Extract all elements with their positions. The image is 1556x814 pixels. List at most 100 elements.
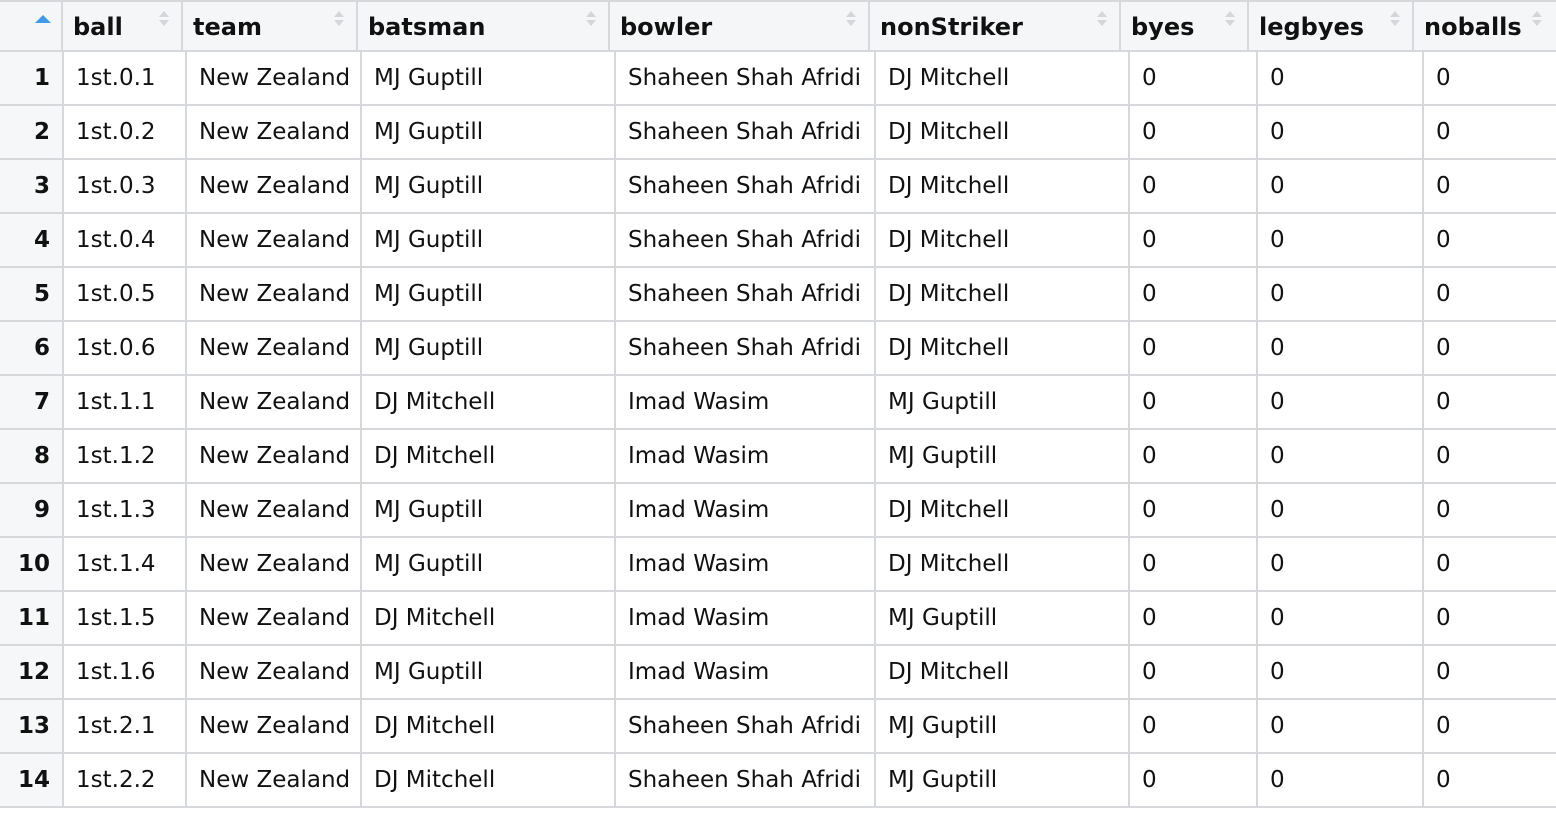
cell-batsman: MJ Guptill xyxy=(362,268,616,320)
cell-legbyes: 0 xyxy=(1258,322,1424,374)
cell-ball: 1st.0.5 xyxy=(64,268,187,320)
cell-byes: 0 xyxy=(1130,700,1258,752)
cell-legbyes: 0 xyxy=(1258,52,1424,104)
cell-batsman: MJ Guptill xyxy=(362,484,616,536)
column-header-label: bowler xyxy=(620,13,713,41)
table-row[interactable]: 13 1st.2.1 New Zealand DJ Mitchell Shaheen S… xyxy=(0,700,1556,754)
sort-icon xyxy=(334,11,344,33)
table-row[interactable]: 9 1st.1.3 New Zealand MJ Guptill Imad Wasim D… xyxy=(0,484,1556,538)
cell-noballs: 0 xyxy=(1436,173,1451,199)
cell-noballs: 0 xyxy=(1436,443,1451,469)
cell-bowler: Imad Wasim xyxy=(616,592,876,644)
cell-batsman: MJ Guptill xyxy=(362,322,616,374)
table-row[interactable]: 8 1st.1.2 New Zealand DJ Mitchell Imad Wasim… xyxy=(0,430,1556,484)
cell-bowler: Imad Wasim xyxy=(616,646,876,698)
cell-nonstriker: DJ Mitchell xyxy=(876,160,1130,212)
cell-ball: 1st.0.6 xyxy=(64,322,187,374)
sort-icon xyxy=(586,11,596,33)
table-row[interactable]: 3 1st.0.3 New Zealand MJ Guptill Shaheen Sha… xyxy=(0,160,1556,214)
table-row[interactable]: 5 1st.0.5 New Zealand MJ Guptill Shaheen Sha… xyxy=(0,268,1556,322)
table-row[interactable]: 12 1st.1.6 New Zealand MJ Guptill Imad Wasim… xyxy=(0,646,1556,700)
cell-byes: 0 xyxy=(1130,322,1258,374)
row-number: 10 xyxy=(0,538,64,590)
cell-nonstriker: DJ Mitchell xyxy=(876,322,1130,374)
column-header-byes[interactable]: byes xyxy=(1121,2,1249,52)
cell-legbyes: 0 xyxy=(1258,430,1424,482)
cell-ball: 1st.1.4 xyxy=(64,538,187,590)
row-number: 11 xyxy=(0,592,64,644)
cell-ball: 1st.1.1 xyxy=(64,376,187,428)
cell-noballs: 0 xyxy=(1436,119,1451,145)
cell-bowler: Shaheen Shah Afridi xyxy=(616,322,876,374)
cell-nonstriker: MJ Guptill xyxy=(876,700,1130,752)
cell-ball: 1st.1.2 xyxy=(64,430,187,482)
column-header-ball[interactable]: ball xyxy=(63,2,183,52)
cell-legbyes: 0 xyxy=(1258,646,1424,698)
row-number: 8 xyxy=(0,430,64,482)
cell-ball: 1st.1.3 xyxy=(64,484,187,536)
cell-legbyes: 0 xyxy=(1258,754,1424,806)
cell-ball: 1st.0.1 xyxy=(64,52,187,104)
column-header-label: ball xyxy=(73,13,123,41)
cell-ball: 1st.0.2 xyxy=(64,106,187,158)
cell-byes: 0 xyxy=(1130,376,1258,428)
cell-batsman: DJ Mitchell xyxy=(362,430,616,482)
column-header-nonstriker[interactable]: nonStriker xyxy=(870,2,1121,52)
cell-legbyes: 0 xyxy=(1258,700,1424,752)
table-row[interactable]: 10 1st.1.4 New Zealand MJ Guptill Imad Wasim… xyxy=(0,538,1556,592)
table-row[interactable]: 4 1st.0.4 New Zealand MJ Guptill Shaheen Sha… xyxy=(0,214,1556,268)
cell-bowler: Shaheen Shah Afridi xyxy=(616,268,876,320)
cell-legbyes: 0 xyxy=(1258,268,1424,320)
cell-ball: 1st.2.1 xyxy=(64,700,187,752)
cell-byes: 0 xyxy=(1130,754,1258,806)
cell-bowler: Shaheen Shah Afridi xyxy=(616,754,876,806)
column-header-team[interactable]: team xyxy=(183,2,358,52)
cell-team: New Zealand xyxy=(187,700,362,752)
cell-nonstriker: DJ Mitchell xyxy=(876,538,1130,590)
cell-team: New Zealand xyxy=(187,430,362,482)
table-row[interactable]: 6 1st.0.6 New Zealand MJ Guptill Shaheen Sha… xyxy=(0,322,1556,376)
cell-noballs: 0 xyxy=(1436,65,1451,91)
table-row[interactable]: 14 1st.2.2 New Zealand DJ Mitchell Shaheen S… xyxy=(0,754,1556,808)
column-header-label: byes xyxy=(1131,13,1195,41)
column-header-noballs[interactable]: noballs xyxy=(1414,2,1556,52)
cell-team: New Zealand xyxy=(187,376,362,428)
column-header-batsman[interactable]: batsman xyxy=(358,2,610,52)
row-number: 3 xyxy=(0,160,64,212)
cell-bowler: Shaheen Shah Afridi xyxy=(616,160,876,212)
cell-team: New Zealand xyxy=(187,538,362,590)
cell-noballs: 0 xyxy=(1436,605,1451,631)
cell-nonstriker: DJ Mitchell xyxy=(876,646,1130,698)
column-header-bowler[interactable]: bowler xyxy=(610,2,870,52)
cell-noballs: 0 xyxy=(1436,281,1451,307)
cell-nonstriker: DJ Mitchell xyxy=(876,214,1130,266)
sort-icon xyxy=(159,11,169,33)
cell-batsman: DJ Mitchell xyxy=(362,592,616,644)
cell-legbyes: 0 xyxy=(1258,160,1424,212)
table-row[interactable]: 2 1st.0.2 New Zealand MJ Guptill Shaheen Sha… xyxy=(0,106,1556,160)
cell-legbyes: 0 xyxy=(1258,214,1424,266)
row-number: 1 xyxy=(0,52,64,104)
cell-byes: 0 xyxy=(1130,268,1258,320)
column-header-legbyes[interactable]: legbyes xyxy=(1249,2,1414,52)
sort-icon xyxy=(846,11,856,33)
cell-batsman: MJ Guptill xyxy=(362,538,616,590)
cell-team: New Zealand xyxy=(187,322,362,374)
column-header-label: legbyes xyxy=(1259,13,1365,41)
table-header: ball team batsman bowler nonStriker byes… xyxy=(0,0,1556,52)
cell-ball: 1st.0.3 xyxy=(64,160,187,212)
row-number: 5 xyxy=(0,268,64,320)
cell-nonstriker: DJ Mitchell xyxy=(876,268,1130,320)
cell-team: New Zealand xyxy=(187,754,362,806)
row-number: 7 xyxy=(0,376,64,428)
column-header-row-number[interactable] xyxy=(0,2,63,52)
cell-byes: 0 xyxy=(1130,538,1258,590)
cell-team: New Zealand xyxy=(187,214,362,266)
cell-noballs: 0 xyxy=(1436,227,1451,253)
cell-nonstriker: MJ Guptill xyxy=(876,430,1130,482)
table-row[interactable]: 11 1st.1.5 New Zealand DJ Mitchell Imad Wasi… xyxy=(0,592,1556,646)
table-row[interactable]: 7 1st.1.1 New Zealand DJ Mitchell Imad Wasim… xyxy=(0,376,1556,430)
cell-noballs: 0 xyxy=(1436,497,1451,523)
table-row[interactable]: 1 1st.0.1 New Zealand MJ Guptill Shaheen Sha… xyxy=(0,52,1556,106)
row-number: 2 xyxy=(0,106,64,158)
